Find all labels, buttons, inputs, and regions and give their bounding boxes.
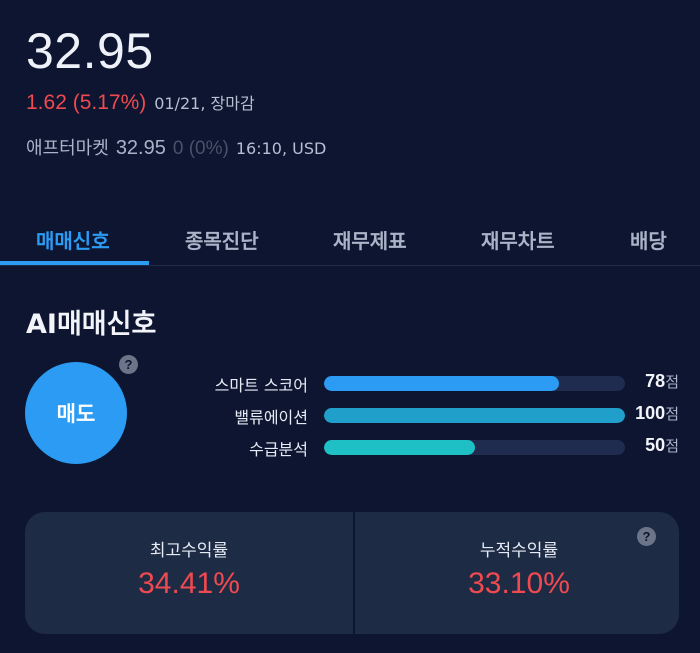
cumulative-return-cell: 누적수익률 33.10%: [355, 512, 679, 634]
help-icon[interactable]: ?: [637, 527, 656, 546]
cumulative-return-value: 33.10%: [468, 567, 570, 600]
after-market-meta: 16:10, USD: [235, 139, 327, 158]
stock-detail-page: 32.95 1.62 (5.17%) 01/21, 장마감 애프터마켓 32.9…: [0, 0, 700, 653]
tab-stock-diagnosis[interactable]: 종목진단: [185, 225, 259, 254]
returns-card: 최고수익률 34.41% 누적수익률 33.10% ?: [25, 512, 679, 634]
score-label: 수급분석: [249, 440, 308, 459]
after-market-change: 0 (0%): [172, 138, 229, 159]
score-value: 78점: [645, 371, 679, 392]
score-fill: [324, 408, 625, 423]
score-fill: [324, 376, 559, 391]
score-track: [324, 440, 625, 455]
score-row-supply-demand: 수급분석 50점: [0, 434, 700, 459]
score-number: 50: [645, 435, 666, 455]
max-return-label: 최고수익률: [149, 541, 229, 561]
score-unit: 점: [665, 373, 679, 391]
score-unit: 점: [665, 405, 679, 423]
date-status: 01/21, 장마감: [154, 94, 255, 113]
tab-financial-charts[interactable]: 재무차트: [481, 225, 555, 254]
score-value: 100점: [635, 403, 679, 424]
after-market-label: 애프터마켓: [26, 138, 109, 159]
current-price: 32.95: [26, 23, 154, 79]
max-return-value: 34.41%: [138, 567, 240, 600]
score-label: 밸류에이션: [234, 408, 308, 427]
score-unit: 점: [665, 437, 679, 455]
score-label: 스마트 스코어: [214, 376, 308, 395]
score-row-smart: 스마트 스코어 78점: [0, 370, 700, 395]
max-return-cell: 최고수익률 34.41%: [25, 512, 353, 634]
score-value: 50점: [645, 435, 679, 456]
active-tab-indicator: [0, 261, 149, 265]
price-change: 1.62 (5.17%): [26, 91, 147, 114]
score-number: 100: [635, 403, 666, 423]
tab-trade-signal[interactable]: 매매신호: [36, 225, 110, 254]
ai-signal-title: AI매매신호: [26, 309, 157, 340]
tab-financial-statements[interactable]: 재무제표: [333, 225, 407, 254]
score-track: [324, 376, 625, 391]
score-track: [324, 408, 625, 423]
after-market-price: 32.95: [115, 137, 166, 159]
cumulative-return-label: 누적수익률: [479, 541, 559, 561]
score-row-valuation: 밸류에이션 100점: [0, 402, 700, 427]
score-number: 78: [645, 371, 666, 391]
change-line: 1.62 (5.17%) 01/21, 장마감: [26, 90, 255, 115]
after-market-line: 애프터마켓 32.95 0 (0%) 16:10, USD: [26, 134, 326, 160]
tab-dividends[interactable]: 배당: [630, 225, 667, 254]
tab-bar: 매매신호 종목진단 재무제표 재무차트 배당: [0, 205, 700, 266]
score-fill: [324, 440, 475, 455]
